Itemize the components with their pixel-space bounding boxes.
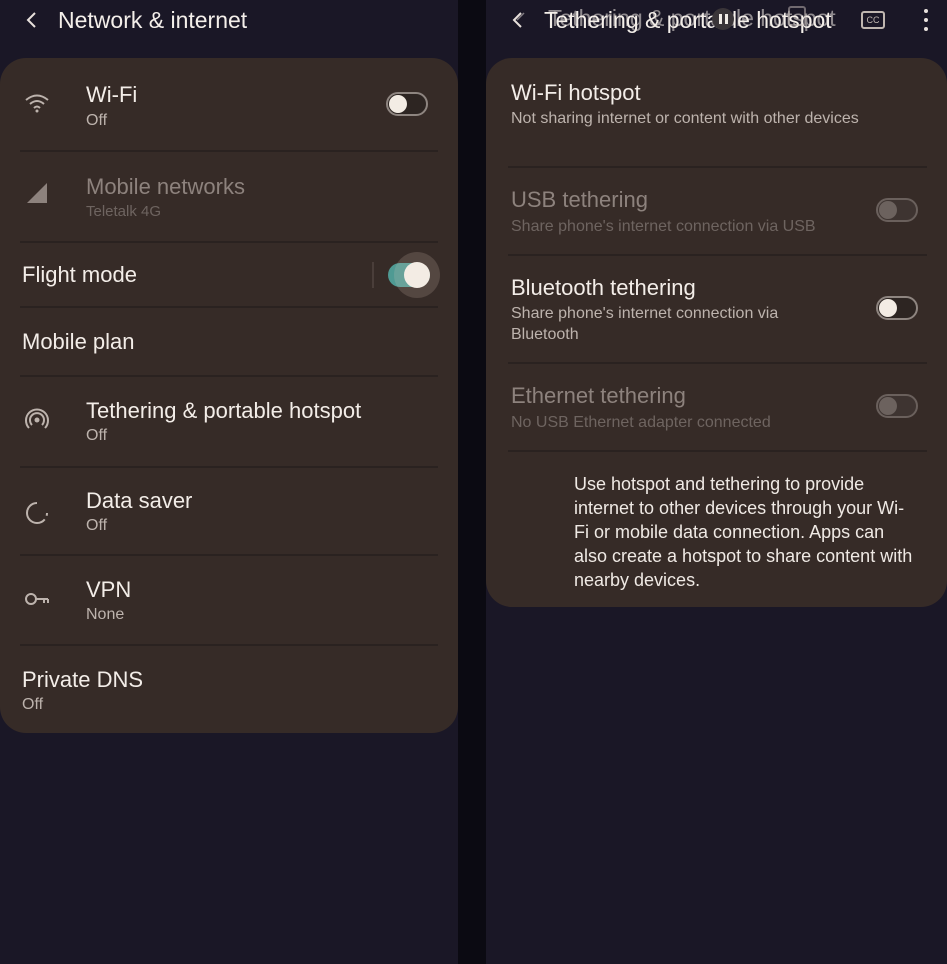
toggle-separator [372,262,374,288]
bluetooth-tethering-toggle-knob [879,299,897,317]
bluetooth-tethering-description: Share phone's internet connection via [511,305,779,322]
flight-mode-toggle[interactable] [388,262,430,288]
more-vert-icon[interactable] [923,9,929,31]
screen-divider [458,0,486,964]
closed-captions-icon[interactable]: CC [861,11,885,29]
wifi-hotspot-row[interactable]: Wi-Fi hotspot Not sharing internet or co… [486,58,947,166]
network-settings-screen: Network & internet Wi-Fi Off Mobile netw… [0,0,458,964]
data-saver-icon [22,498,52,528]
ethernet-tethering-toggle-knob [879,397,897,415]
hotspot-icon [22,404,52,434]
ethernet-tethering-row: Ethernet tethering No USB Ethernet adapt… [486,364,947,450]
wifi-title: Wi-Fi [86,82,138,107]
tethering-status: Off [86,427,108,444]
left-header: Network & internet [0,0,458,40]
mobile-networks-status: Teletalk 4G [86,203,162,220]
network-settings-card: Wi-Fi Off Mobile networks Teletalk 4G Fl… [0,58,458,733]
bluetooth-tethering-row[interactable]: Bluetooth tethering Share phone's intern… [486,256,947,362]
usb-tethering-row: USB tethering Share phone's internet con… [486,168,947,254]
mobile-plan-title: Mobile plan [22,329,135,354]
mobile-networks-row[interactable]: Mobile networks Teletalk 4G [0,152,458,242]
tethering-info-text: Use hotspot and tethering to provide int… [574,474,913,590]
ethernet-tethering-toggle[interactable] [876,394,918,418]
private-dns-status: Off [22,696,44,713]
bluetooth-tethering-title: Bluetooth tethering [511,275,696,300]
bluetooth-tethering-toggle[interactable] [876,296,918,320]
tethering-settings-card: Wi-Fi hotspot Not sharing internet or co… [486,58,947,607]
wifi-row[interactable]: Wi-Fi Off [0,58,458,150]
tethering-title: Tethering & portable hotspot [86,398,362,423]
divider [508,450,927,452]
flight-mode-toggle-knob [404,262,430,288]
wifi-status: Off [86,112,108,129]
data-saver-row[interactable]: Data saver Off [0,468,458,554]
usb-tethering-title: USB tethering [511,187,648,212]
pause-icon[interactable] [712,8,734,30]
vpn-status: None [86,606,125,623]
usb-tethering-toggle-knob [879,201,897,219]
data-saver-title: Data saver [86,488,193,513]
flight-mode-title: Flight mode [22,262,137,287]
signal-icon [22,178,52,208]
wifi-hotspot-title: Wi-Fi hotspot [511,80,641,105]
wifi-icon [22,88,52,118]
usb-tethering-description: Share phone's internet connection via US… [511,218,816,235]
usb-tethering-toggle[interactable] [876,198,918,222]
mobile-plan-row[interactable]: Mobile plan [0,308,458,374]
page-title: Network & internet [58,6,248,33]
private-dns-row[interactable]: Private DNS Off [0,646,458,732]
data-saver-status: Off [86,517,108,534]
vpn-title: VPN [86,577,132,602]
tethering-screen: Tethering & portable hotspot Tethering &… [486,0,947,964]
wifi-toggle[interactable] [386,92,428,116]
wifi-toggle-knob [389,95,407,113]
key-icon [22,584,52,614]
tethering-row[interactable]: Tethering & portable hotspot Off [0,377,458,465]
screenshot-icon [788,6,806,26]
wifi-hotspot-status: Not sharing internet or content with oth… [511,110,859,127]
ethernet-tethering-title: Ethernet tethering [511,383,686,408]
mobile-networks-title: Mobile networks [86,174,245,199]
back-arrow-icon[interactable] [14,2,50,38]
private-dns-title: Private DNS [22,667,144,692]
flight-mode-row[interactable]: Flight mode [0,243,458,307]
bluetooth-tethering-description-cont: Bluetooth [511,326,579,343]
vpn-row[interactable]: VPN None [0,556,458,644]
back-arrow-icon[interactable] [500,2,536,38]
ethernet-tethering-description: No USB Ethernet adapter connected [511,414,771,431]
top-action-icons: CC [861,8,947,32]
